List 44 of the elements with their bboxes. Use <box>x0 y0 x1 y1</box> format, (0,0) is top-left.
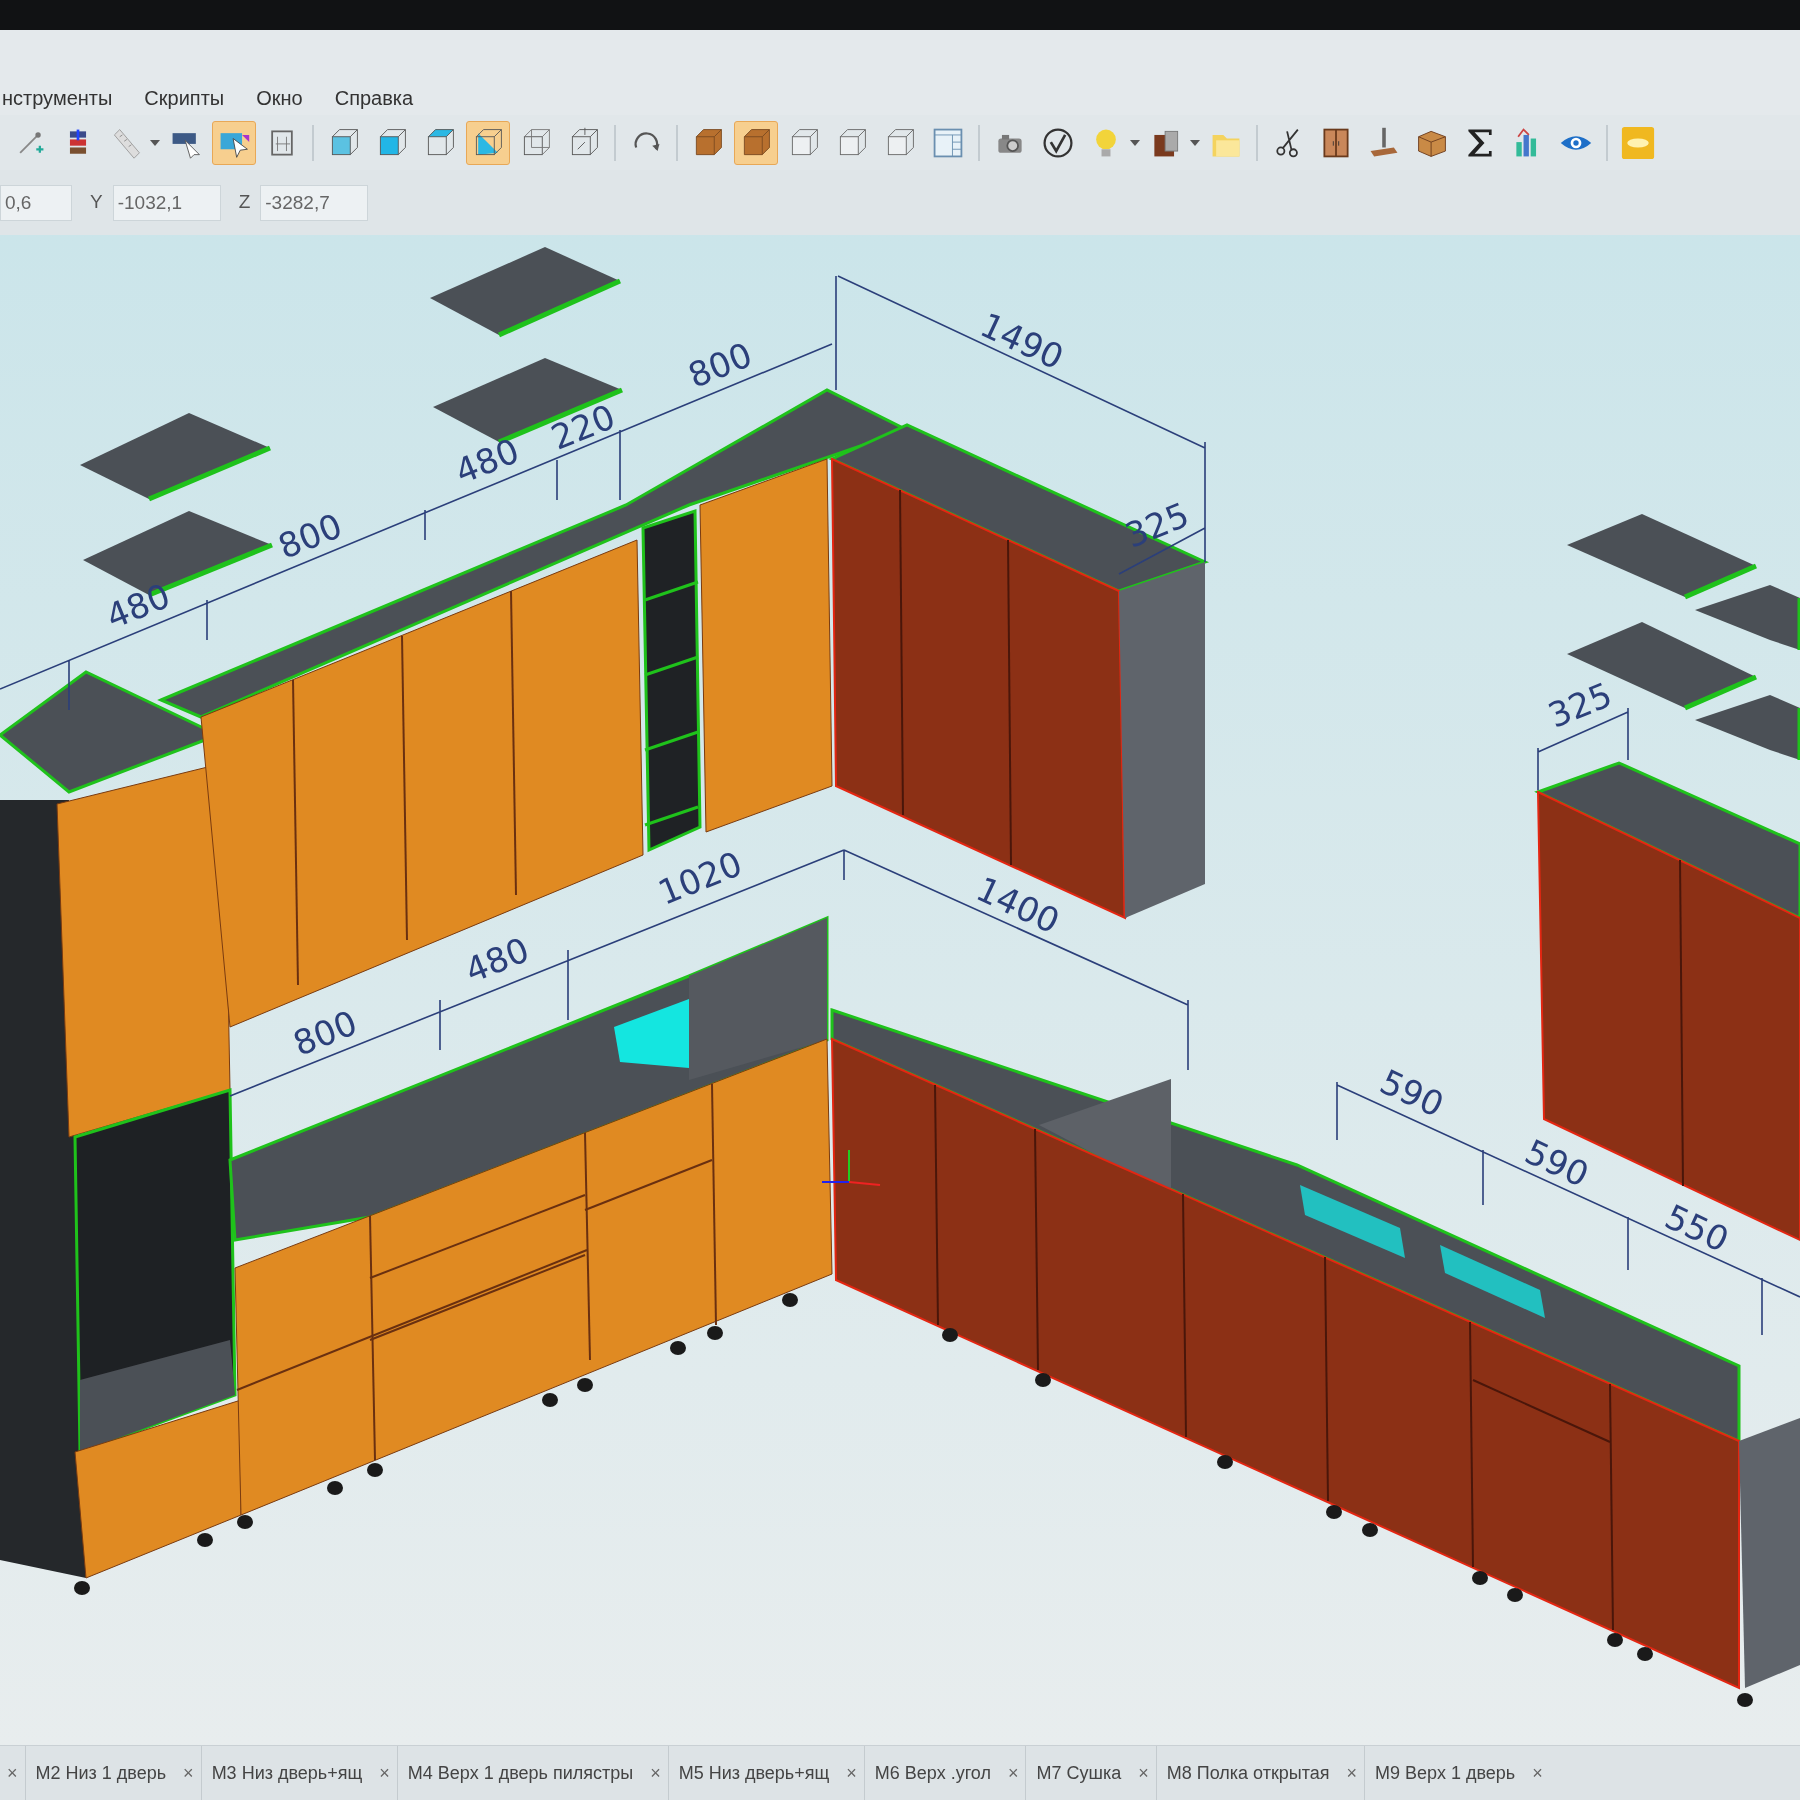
dimension-label: 480 <box>450 433 524 489</box>
close-button[interactable]: × <box>176 1759 201 1787</box>
dimension-label: 1020 <box>653 846 747 910</box>
document-tab[interactable]: M6 Верх .угол <box>864 1759 1001 1787</box>
document-tab[interactable]: M4 Верх 1 дверь пилястры <box>397 1759 644 1787</box>
document-tab[interactable]: M8 Полка открытая <box>1156 1759 1340 1787</box>
document-tab[interactable]: M9 Верх 1 дверь <box>1365 1759 1526 1787</box>
menu-item[interactable]: Скрипты <box>142 83 227 113</box>
close-button[interactable]: × <box>372 1759 397 1787</box>
dimension-label: 590 <box>1520 1133 1594 1193</box>
dimension-label: 800 <box>273 508 347 564</box>
menu-item[interactable]: Справка <box>332 83 416 113</box>
coordinate-field[interactable]: 0,6 <box>0 184 72 221</box>
close-button[interactable]: × <box>1000 1759 1026 1787</box>
axis-label: Y <box>90 190 103 215</box>
check-circle-icon <box>1041 125 1075 160</box>
close-button[interactable]: × <box>0 1759 25 1787</box>
document-tab[interactable]: M3 Низ дверь+ящ <box>201 1759 373 1787</box>
dimension-label: 480 <box>460 932 534 988</box>
close-button[interactable]: × <box>1339 1759 1365 1787</box>
badge-icon <box>1621 125 1655 160</box>
coordinate-field[interactable]: -1032,1 <box>112 184 221 221</box>
dimension-label: 800 <box>288 1005 362 1061</box>
dimension-label: 800 <box>683 337 757 393</box>
dimension-label: 550 <box>1660 1198 1734 1258</box>
axis-icon <box>821 1149 881 1186</box>
dimension-label: 325 <box>1543 677 1617 733</box>
menu-item[interactable]: Окно <box>254 83 305 113</box>
dimension-label: 1490 <box>975 307 1069 375</box>
dimension-label: 590 <box>1375 1063 1449 1123</box>
dimension-label: 325 <box>1120 497 1194 553</box>
dimension-label: 480 <box>101 578 175 634</box>
document-tab[interactable]: M5 Низ дверь+ящ <box>668 1759 840 1787</box>
document-tab[interactable]: M7 Сушка <box>1026 1759 1132 1787</box>
close-button[interactable]: × <box>1131 1759 1156 1787</box>
coordinate-field[interactable]: -3282,7 <box>260 184 369 221</box>
document-tab[interactable]: M2 Низ 1 дверь <box>25 1759 177 1787</box>
dimension-label: 1400 <box>971 871 1065 939</box>
menu-item[interactable]: нструменты <box>0 83 115 113</box>
dimension-label: 220 <box>546 399 620 455</box>
close-button[interactable]: × <box>643 1759 668 1787</box>
axis-label: Z <box>238 190 251 215</box>
close-button[interactable]: × <box>1525 1759 1550 1787</box>
close-button[interactable]: × <box>839 1759 864 1787</box>
